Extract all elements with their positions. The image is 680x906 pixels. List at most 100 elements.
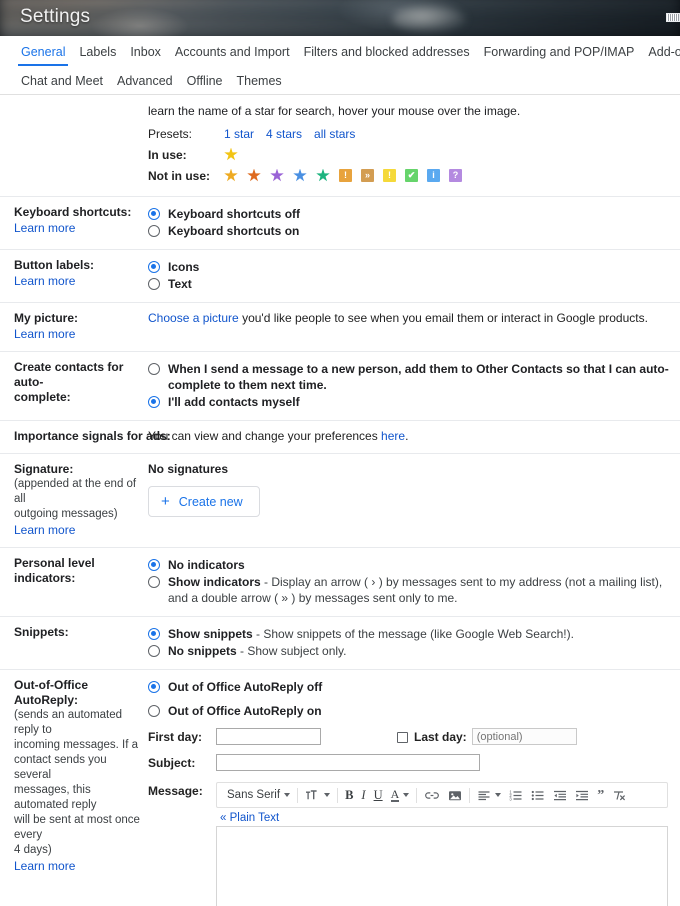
- personal-indicators-option-1[interactable]: Show indicators - Display an arrow ( › )…: [148, 574, 672, 606]
- my-picture-field-col: Choose a picture you'd like people to se…: [148, 311, 680, 342]
- radio-button[interactable]: [148, 628, 160, 640]
- snippets-options: Show snippets - Show snippets of the mes…: [148, 625, 680, 660]
- choose-a-picture-link[interactable]: Choose a picture: [148, 311, 239, 325]
- tab-label: Labels: [79, 45, 117, 59]
- radio-button[interactable]: [148, 261, 160, 273]
- snippets-option-1[interactable]: No snippets - Show subject only.: [148, 643, 672, 659]
- quote-icon[interactable]: ”: [593, 784, 608, 806]
- radio-button[interactable]: [148, 576, 160, 588]
- out-of-office-learn-more-link[interactable]: Learn more: [14, 858, 75, 874]
- italic-icon[interactable]: I: [357, 784, 369, 806]
- importance-signals-here-link[interactable]: here: [381, 429, 405, 443]
- create-contacts-option-label: When I send a message to a new person, a…: [168, 362, 669, 392]
- font-size-icon[interactable]: [301, 784, 334, 806]
- tab-label: Advanced: [117, 74, 173, 88]
- chevron-down-icon: [284, 793, 291, 797]
- header-background-band: [0, 9, 680, 18]
- insert-image-icon[interactable]: [444, 784, 466, 806]
- radio-button[interactable]: [148, 645, 160, 657]
- tab-accounts-and-import[interactable]: Accounts and Import: [168, 45, 297, 66]
- red-star[interactable]: [247, 168, 261, 182]
- signature-field-col: No signatures + Create new: [148, 462, 680, 538]
- personal-indicators-option-0[interactable]: No indicators: [148, 557, 672, 573]
- tab-add-ons[interactable]: Add-ons: [641, 45, 680, 66]
- snippets-option-0[interactable]: Show snippets - Show snippets of the mes…: [148, 626, 672, 642]
- tab-general[interactable]: General: [14, 45, 72, 66]
- tab-offline[interactable]: Offline: [180, 74, 230, 94]
- tab-labels[interactable]: Labels: [72, 45, 123, 66]
- create-contacts-option-0[interactable]: When I send a message to a new person, a…: [148, 361, 672, 393]
- tab-forwarding-and-pop-imap[interactable]: Forwarding and POP/IMAP: [477, 45, 642, 66]
- blue-info-badge[interactable]: i: [427, 169, 440, 182]
- keyboard-shortcuts-learn-more-link[interactable]: Learn more: [14, 220, 75, 236]
- create-new-signature-button[interactable]: + Create new: [148, 486, 260, 517]
- brown-double-arrow-badge[interactable]: »: [361, 169, 374, 182]
- radio-button[interactable]: [148, 225, 160, 237]
- signature-learn-more-link[interactable]: Learn more: [14, 522, 75, 538]
- header-background-band: [0, 0, 680, 8]
- blue-star[interactable]: [293, 168, 307, 182]
- tab-label: Offline: [186, 74, 223, 88]
- bold-icon[interactable]: B: [341, 784, 357, 806]
- out-of-office-option-1[interactable]: Out of Office AutoReply on: [148, 703, 672, 719]
- orange-guillemet-badge[interactable]: !: [339, 169, 352, 182]
- numbered-list-icon[interactable]: 123: [505, 784, 527, 806]
- my-picture-learn-more-link[interactable]: Learn more: [14, 326, 75, 342]
- tab-row-primary: General Labels Inbox Accounts and Import Fil…: [14, 36, 680, 66]
- align-icon[interactable]: [473, 784, 505, 806]
- purple-question-badge[interactable]: ?: [449, 169, 462, 182]
- out-of-office-option-0[interactable]: Out of Office AutoReply off: [148, 679, 672, 695]
- tab-label: Add-ons: [648, 45, 680, 59]
- yellow-exclamation-badge[interactable]: !: [383, 169, 396, 182]
- message-label: Message:: [148, 784, 203, 798]
- keyboard-icon[interactable]: [666, 13, 680, 22]
- radio-button[interactable]: [148, 363, 160, 375]
- tab-row-secondary: Chat and Meet Advanced Offline Themes: [14, 66, 666, 94]
- indent-more-icon[interactable]: [571, 784, 593, 806]
- last-day-input[interactable]: [471, 728, 577, 745]
- first-day-input[interactable]: [216, 728, 321, 745]
- presets-label: Presets:: [148, 126, 193, 141]
- tab-advanced[interactable]: Advanced: [110, 74, 180, 94]
- preset-link-4-stars[interactable]: 4 stars: [266, 127, 302, 141]
- preset-link-1-star[interactable]: 1 star: [224, 127, 254, 141]
- my-picture-label-col: My picture: Learn more: [0, 311, 148, 342]
- bulleted-list-icon[interactable]: [527, 784, 549, 806]
- button-labels-learn-more-link[interactable]: Learn more: [14, 273, 75, 289]
- in-use-star-strip: [224, 147, 238, 162]
- preset-link-all-stars[interactable]: all stars: [314, 127, 355, 141]
- last-day-checkbox[interactable]: [397, 732, 408, 743]
- subject-input[interactable]: [216, 754, 480, 771]
- green-check-badge[interactable]: ✔: [405, 169, 418, 182]
- button-labels-label-col: Button labels: Learn more: [0, 258, 148, 293]
- radio-button[interactable]: [148, 396, 160, 408]
- tab-themes[interactable]: Themes: [230, 74, 289, 94]
- button-labels-option-0[interactable]: Icons: [148, 259, 672, 275]
- out-of-office-description: (sends an automated reply to incoming mes…: [14, 708, 144, 858]
- radio-button[interactable]: [148, 705, 160, 717]
- radio-button[interactable]: [148, 681, 160, 693]
- orange-star[interactable]: [224, 168, 238, 182]
- keyboard-shortcuts-option-0[interactable]: Keyboard shortcuts off: [148, 206, 672, 222]
- purple-star[interactable]: [270, 168, 284, 182]
- yellow-star[interactable]: [224, 147, 238, 161]
- create-contacts-option-1[interactable]: I'll add contacts myself: [148, 394, 672, 410]
- insert-link-icon[interactable]: [420, 784, 444, 806]
- text-color-icon[interactable]: A: [387, 784, 414, 806]
- signature-label-col: Signature: (appended at the end of all o…: [0, 462, 148, 538]
- radio-button[interactable]: [148, 278, 160, 290]
- radio-button[interactable]: [148, 208, 160, 220]
- tab-inbox[interactable]: Inbox: [123, 45, 168, 66]
- green-star[interactable]: [316, 168, 330, 182]
- button-labels-option-1[interactable]: Text: [148, 276, 672, 292]
- radio-button[interactable]: [148, 559, 160, 571]
- message-textarea[interactable]: [216, 826, 668, 906]
- tab-filters-and-blocked-addresses[interactable]: Filters and blocked addresses: [297, 45, 477, 66]
- underline-icon[interactable]: U: [370, 784, 387, 806]
- font-family-dropdown[interactable]: Sans Serif: [219, 784, 294, 806]
- keyboard-shortcuts-option-1[interactable]: Keyboard shortcuts on: [148, 223, 672, 239]
- tab-chat-and-meet[interactable]: Chat and Meet: [14, 74, 110, 94]
- indent-less-icon[interactable]: [549, 784, 571, 806]
- remove-formatting-icon[interactable]: [608, 784, 630, 806]
- plain-text-link[interactable]: « Plain Text: [220, 812, 668, 824]
